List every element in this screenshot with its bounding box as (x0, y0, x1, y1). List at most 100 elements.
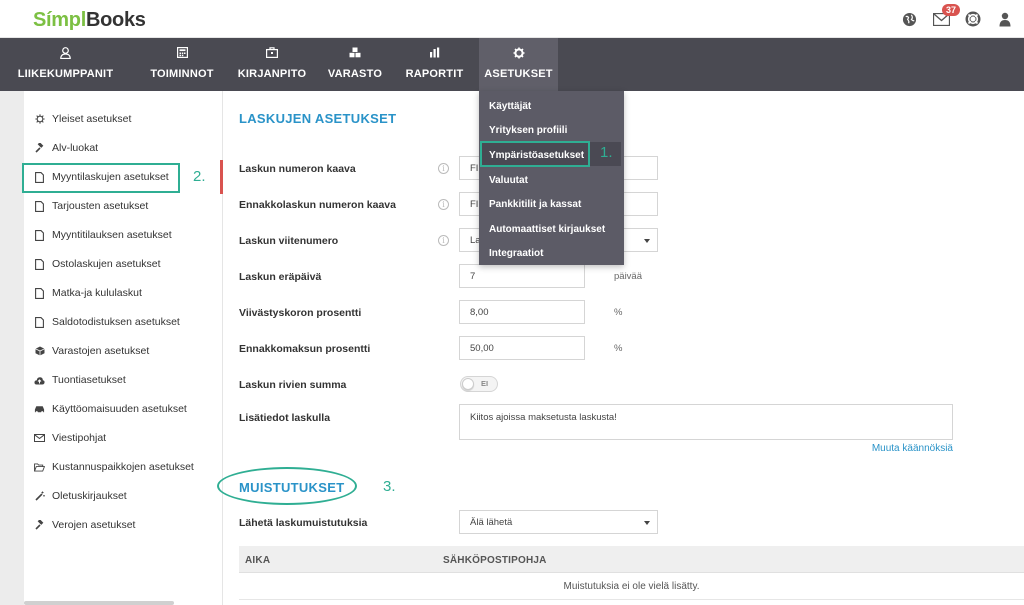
nav-toiminnot[interactable]: TOIMINNOT (139, 38, 225, 91)
nav-raportit[interactable]: RAPORTIT (399, 38, 470, 91)
nav-label: ASETUKSET (484, 68, 553, 80)
row-sum-toggle[interactable]: EI (460, 376, 498, 392)
nav-label: LIIKEKUMPPANIT (17, 68, 114, 80)
label-extra-info: Lisätiedot laskulla (239, 412, 331, 424)
menu-item-pankkitilit[interactable]: Pankkitilit ja kassat (489, 199, 581, 210)
due-date-input[interactable]: 7 (459, 264, 585, 288)
sidebar-item-kustannuspaikkojen[interactable]: Kustannuspaikkojen asetukset (34, 458, 194, 476)
advance-payment-input[interactable]: 50,00 (459, 336, 585, 360)
label-invoice-reference: Laskun viitenumero (239, 235, 339, 247)
menu-item-valuutat[interactable]: Valuutat (489, 175, 528, 186)
sidebar-item-label: Alv-luokat (52, 142, 99, 154)
sidebar-item-kayttoomaisuuden[interactable]: Käyttöomaisuuden asetukset (34, 400, 187, 418)
sidebar-item-label: Saldotodistuksen asetukset (52, 316, 180, 328)
info-icon[interactable]: i (438, 235, 449, 246)
select-value: Älä lähetä (470, 516, 513, 528)
magic-wand-icon (34, 491, 45, 502)
document-icon (34, 229, 45, 241)
extra-info-textarea[interactable]: Kiitos ajoissa maksetusta laskusta! (459, 404, 953, 440)
cloud-upload-icon (34, 375, 45, 386)
label-advance-payment: Ennakkomaksun prosentti (239, 343, 371, 355)
cubes-icon (320, 47, 390, 60)
document-icon (34, 287, 45, 299)
nav-label: TOIMINNOT (150, 68, 214, 80)
menu-item-kayttajat[interactable]: Käyttäjät (489, 101, 531, 112)
label-send-reminders: Lähetä laskumuistutuksia (239, 517, 368, 529)
logo[interactable]: SímplBooks (33, 9, 146, 32)
menu-item-yrityksen-profiili[interactable]: Yrityksen profiili (489, 125, 567, 136)
sidebar-item-tuontiasetukset[interactable]: Tuontiasetukset (34, 371, 126, 389)
sidebar-item-saldotodistuksen[interactable]: Saldotodistuksen asetukset (34, 313, 180, 331)
input-value: 7 (470, 270, 476, 282)
advance-payment-unit: % (614, 343, 623, 354)
nav-label: KIRJANPITO (237, 68, 307, 80)
gavel-icon (34, 520, 45, 531)
translations-link[interactable]: Muuta käännöksiä (872, 443, 953, 454)
info-icon[interactable]: i (438, 199, 449, 210)
sidebar-item-label: Viestipohjat (52, 432, 107, 444)
menu-item-automaattiset-kirjaukset[interactable]: Automaattiset kirjaukset (489, 224, 605, 235)
label-advance-invoice-number-formula: Ennakkolaskun numeron kaava (239, 199, 396, 211)
sidebar-item-ostolaskujen[interactable]: Ostolaskujen asetukset (34, 255, 161, 273)
document-icon (34, 200, 45, 212)
highlight-box-step-2 (22, 163, 180, 193)
sidebar-active-indicator (220, 160, 223, 194)
nav-varasto[interactable]: VARASTO (320, 38, 390, 91)
send-reminders-select[interactable]: Älä lähetä (459, 510, 658, 534)
section-title-muistutukset: MUISTUTUKSET (239, 480, 345, 495)
gear-icon (479, 47, 558, 60)
settings-dropdown-menu: Käyttäjät Yrityksen profiili Ympäristöas… (479, 91, 624, 265)
due-date-unit: päivää (614, 271, 642, 282)
lifebuoy-icon[interactable] (964, 10, 982, 28)
sidebar-item-yleiset[interactable]: Yleiset asetukset (34, 110, 131, 128)
sidebar-item-alv-luokat[interactable]: Alv-luokat (34, 139, 98, 157)
sidebar-item-varastojen[interactable]: Varastojen asetukset (34, 342, 149, 360)
nav-label: VARASTO (327, 68, 383, 80)
document-icon (34, 316, 45, 328)
step-2-label: 2. (193, 168, 206, 185)
chevron-down-icon (644, 521, 650, 525)
sidebar-item-matka-ja-kululaskut[interactable]: Matka-ja kululaskut (34, 284, 142, 302)
menu-item-integraatiot[interactable]: Integraatiot (489, 248, 543, 259)
info-icon[interactable]: i (438, 163, 449, 174)
chevron-down-icon (644, 239, 650, 243)
sidebar-scrollbar[interactable] (24, 601, 174, 605)
sidebar-item-oletuskirjaukset[interactable]: Oletuskirjaukset (34, 487, 127, 505)
late-interest-input[interactable]: 8,00 (459, 300, 585, 324)
nav-kirjanpito[interactable]: KIRJANPITO (233, 38, 311, 91)
nav-label: RAPORTIT (405, 68, 464, 80)
person-icon (0, 47, 131, 60)
section-title-laskujen: LASKUJEN ASETUKSET (239, 111, 397, 126)
label-row-sum: Laskun rivien summa (239, 379, 347, 391)
envelope-icon[interactable]: 37 (932, 4, 961, 28)
logo-part-2: Books (85, 9, 146, 31)
input-value: FI (470, 198, 479, 210)
top-bar: SímplBooks 37 (0, 0, 1024, 38)
label-due-date: Laskun eräpäivä (239, 271, 322, 283)
nav-asetukset[interactable]: ASETUKSET (479, 38, 558, 91)
user-icon[interactable] (996, 10, 1014, 28)
sidebar-item-label: Tarjousten asetukset (52, 200, 149, 212)
sidebar-item-label: Verojen asetukset (52, 519, 136, 531)
sidebar-item-label: Yleiset asetukset (52, 113, 132, 125)
sidebar-item-myyntitilauksen[interactable]: Myyntitilauksen asetukset (34, 226, 172, 244)
sidebar-item-label: Tuontiasetukset (52, 374, 126, 386)
sidebar-item-tarjousten[interactable]: Tarjousten asetukset (34, 197, 148, 215)
toggle-knob (462, 378, 474, 390)
sidebar-item-label: Matka-ja kululaskut (52, 287, 142, 299)
notification-badge: 37 (942, 4, 961, 16)
gavel-icon (34, 143, 45, 154)
step-1-label: 1. (600, 144, 613, 161)
reminders-empty-message: Muistutuksia ei ole vielä lisätty. (239, 573, 1024, 600)
step-3-label: 3. (383, 478, 396, 495)
nav-liikekumppanit[interactable]: LIIKEKUMPPANIT (0, 38, 131, 91)
column-header-aika[interactable]: AIKA (245, 555, 270, 566)
envelope-icon (34, 433, 45, 444)
globe-icon[interactable] (900, 10, 918, 28)
label-invoice-number-formula: Laskun numeron kaava (239, 163, 356, 175)
sidebar-item-verojen[interactable]: Verojen asetukset (34, 516, 135, 534)
column-header-sahkopostipohja[interactable]: SÄHKÖPOSTIPOHJA (443, 555, 547, 566)
sidebar-item-label: Myyntitilauksen asetukset (52, 229, 172, 241)
sidebar-item-viestipohjat[interactable]: Viestipohjat (34, 429, 106, 447)
document-icon (34, 258, 45, 270)
